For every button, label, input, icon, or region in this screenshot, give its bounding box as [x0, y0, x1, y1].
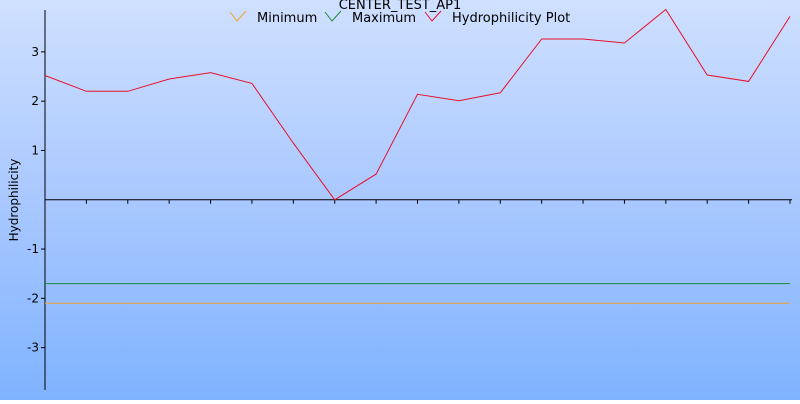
series-line-hydrophilicity-plot — [44, 8, 791, 201]
plot-lines — [44, 8, 791, 304]
legend-item-hydrophilicity-plot: Hydrophilicity Plot — [424, 10, 570, 26]
y-tick-label: -3 — [27, 341, 39, 355]
legend-swatch — [229, 10, 247, 22]
legend-item-minimum: Minimum — [229, 10, 317, 26]
chart-area: CENTER_TEST_AP1 Hydrophilicity Minimum Ma… — [0, 0, 800, 400]
legend-label: Maximum — [352, 11, 416, 26]
y-tick-label: -2 — [27, 291, 39, 305]
y-tick-label: 2 — [31, 94, 39, 108]
legend-item-maximum: Maximum — [324, 10, 416, 26]
axes: 3 2 1 -1 -2 -3 — [27, 10, 792, 390]
legend-label: Hydrophilicity Plot — [452, 11, 570, 26]
y-tick-label: 3 — [31, 45, 39, 59]
y-axis-label: Hydrophilicity — [7, 159, 21, 242]
hydrophilicity-chart: CENTER_TEST_AP1 Hydrophilicity Minimum Ma… — [7, 0, 792, 390]
y-tick-label: -1 — [27, 242, 39, 256]
legend: Minimum Maximum Hydrophilicity Plot — [229, 10, 570, 26]
legend-label: Minimum — [257, 11, 317, 26]
y-tick-label: 1 — [31, 143, 39, 157]
